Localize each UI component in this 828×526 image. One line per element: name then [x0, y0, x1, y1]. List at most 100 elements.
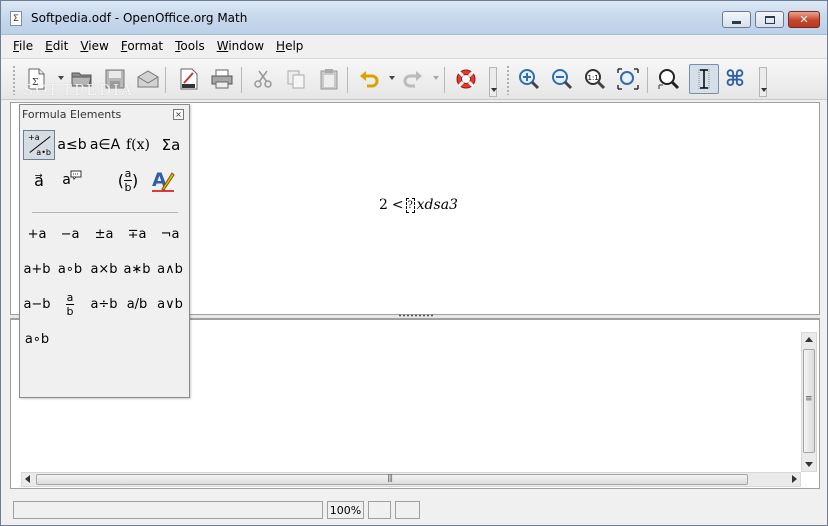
undo-button[interactable]	[356, 66, 382, 92]
undo-dropdown-arrow[interactable]	[389, 76, 395, 80]
panel-close-button[interactable]: ×	[173, 109, 184, 120]
zoom-out-button[interactable]	[549, 66, 575, 92]
zoom-out-icon	[552, 69, 573, 90]
email-icon	[137, 70, 159, 88]
menu-view[interactable]: View	[74, 39, 114, 53]
zoom-100-button[interactable]: 1:1	[582, 66, 608, 92]
minimize-button[interactable]	[722, 11, 751, 28]
unary-binary-icon: +a a•b	[25, 132, 53, 158]
cut-button[interactable]	[250, 66, 276, 92]
bracket-close-glyph: )	[132, 170, 139, 190]
email-button[interactable]	[135, 66, 161, 92]
paste-icon	[320, 69, 338, 90]
copy-icon	[287, 70, 305, 89]
menu-edit[interactable]: Edit	[39, 39, 74, 53]
element-subtraction[interactable]: a−b	[20, 291, 54, 317]
status-field-signature	[395, 501, 420, 519]
zoom-100-glyph: 1:1	[588, 74, 599, 82]
vertical-scroll-thumb[interactable]	[803, 349, 815, 453]
toolbar-separator	[444, 67, 445, 93]
element-boolean-and[interactable]: a∧b	[153, 256, 187, 282]
close-icon: ✕	[799, 13, 809, 26]
scroll-down-arrow[interactable]	[805, 462, 813, 467]
element-plus-minus[interactable]: ±a	[87, 221, 121, 247]
menu-file[interactable]: File	[7, 39, 39, 53]
scroll-left-arrow[interactable]	[25, 475, 30, 483]
menu-format[interactable]: Format	[115, 39, 169, 53]
element-boolean-or[interactable]: a∨b	[153, 291, 187, 317]
cat-functions[interactable]: f(x)	[122, 130, 154, 160]
help-button[interactable]	[453, 66, 479, 92]
symbols-button[interactable]: ⌘	[722, 66, 748, 92]
panel-divider	[32, 212, 178, 213]
app-icon: Σ	[10, 11, 22, 26]
element-division[interactable]: a÷b	[87, 291, 121, 317]
cat-attributes[interactable]: a⃗	[23, 165, 55, 195]
update-button[interactable]	[656, 66, 682, 92]
maximize-button[interactable]	[755, 11, 784, 28]
redo-dropdown-arrow[interactable]	[433, 76, 439, 80]
zoom-in-button[interactable]	[516, 66, 542, 92]
window-title: Softpedia.odf - OpenOffice.org Math	[31, 11, 248, 25]
show-all-button[interactable]	[615, 66, 641, 92]
element-multiplication-x[interactable]: a×b	[87, 256, 121, 282]
toolbar-separator	[647, 67, 648, 93]
cat-set-operations[interactable]: a∈A	[89, 130, 121, 160]
toolbar-overflow-button[interactable]	[489, 67, 497, 97]
toolbar-separator	[165, 67, 166, 93]
export-pdf-button[interactable]	[176, 66, 202, 92]
formula-elements-panel: Formula Elements × +a a•b a≤b a∈A f(x) Σ…	[19, 104, 190, 398]
toolbar-overflow-button[interactable]	[759, 67, 767, 97]
toolbar-grip[interactable]	[506, 65, 510, 95]
cat-operators[interactable]: Σa	[155, 130, 187, 160]
maximize-icon	[764, 15, 775, 24]
menu-help[interactable]: Help	[270, 39, 309, 53]
element-positive[interactable]: +a	[20, 221, 54, 247]
zoom-100-icon: 1:1	[585, 69, 606, 90]
formula-cursor-button[interactable]	[689, 64, 719, 94]
element-concatenate[interactable]: a∘b	[20, 326, 54, 352]
status-field-modified	[368, 501, 391, 519]
paste-button[interactable]	[316, 66, 342, 92]
export-pdf-icon	[180, 68, 198, 90]
copy-button[interactable]	[283, 66, 309, 92]
cat-formats[interactable]: A	[147, 165, 179, 195]
new-dropdown-arrow[interactable]	[58, 76, 64, 80]
scroll-up-arrow[interactable]	[805, 337, 813, 342]
print-button[interactable]	[209, 66, 235, 92]
minimize-icon	[732, 21, 741, 24]
menu-window[interactable]: Window	[211, 39, 270, 53]
menu-tools[interactable]: Tools	[169, 39, 211, 53]
cat-brackets[interactable]: ( ab )	[112, 165, 144, 195]
title-bar[interactable]: Σ Softpedia.odf - OpenOffice.org Math ✕	[1, 1, 827, 35]
cat-others[interactable]: a	[56, 165, 88, 195]
fraction-den: b	[66, 304, 74, 318]
redo-button[interactable]	[400, 66, 426, 92]
menu-bar: File Edit View Format Tools Window Help	[1, 35, 827, 56]
element-slash[interactable]: a/b	[120, 291, 154, 317]
zoom-level[interactable]: 100%	[327, 501, 364, 519]
element-minus-plus[interactable]: ∓a	[120, 221, 154, 247]
help-lifebuoy-icon	[456, 69, 476, 89]
icon-top-label: +a	[28, 133, 40, 142]
panel-title: Formula Elements	[22, 108, 122, 121]
icon-bottom-label: a•b	[36, 148, 51, 157]
element-negative[interactable]: −a	[53, 221, 87, 247]
fraction-glyph: ab	[66, 292, 74, 317]
element-multiplication-star[interactable]: a∗b	[120, 256, 154, 282]
element-dot-product[interactable]: a∘b	[53, 256, 87, 282]
horizontal-scrollbar[interactable]	[21, 472, 801, 487]
status-message	[13, 501, 323, 519]
cat-relations[interactable]: a≤b	[56, 130, 88, 160]
toolbar-separator	[347, 67, 348, 93]
element-fraction[interactable]: ab	[53, 291, 87, 317]
cat-unary-binary[interactable]: +a a•b	[23, 130, 55, 160]
vertical-scrollbar[interactable]	[801, 332, 817, 472]
element-addition[interactable]: a+b	[20, 256, 54, 282]
scroll-right-arrow[interactable]	[792, 475, 797, 483]
close-button[interactable]: ✕	[788, 11, 820, 28]
element-boolean-not[interactable]: ¬a	[153, 221, 187, 247]
horizontal-scroll-thumb[interactable]	[36, 473, 748, 485]
formula-placeholder: ?	[405, 197, 415, 213]
toolbar-grip[interactable]	[12, 65, 16, 95]
